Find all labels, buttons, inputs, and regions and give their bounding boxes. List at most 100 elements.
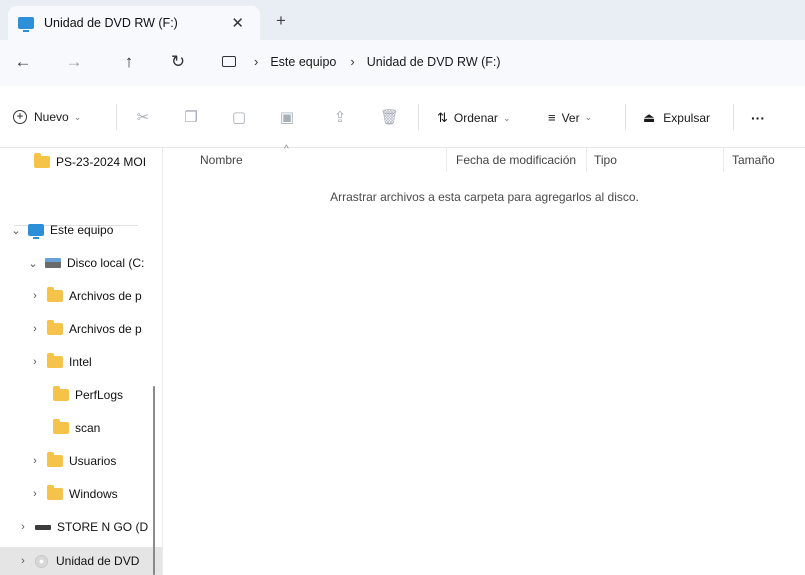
sidebar-item-folder[interactable]: › Windows (0, 480, 162, 508)
folder-icon (47, 353, 63, 368)
sidebar-item-store-drive[interactable]: › STORE N GO (D (0, 513, 162, 541)
view-button-label: Ver (561, 110, 580, 125)
new-tab-button[interactable]: + (276, 11, 286, 31)
sidebar-item-folder[interactable]: › Archivos de p (0, 282, 162, 310)
chevron-down-icon[interactable]: ⌄ (10, 224, 22, 237)
sidebar-item-label: Archivos de p (69, 289, 142, 303)
sidebar-item-quick-folder[interactable]: PS-23-2024 MOI (0, 148, 162, 176)
column-header-name[interactable]: Nombre (200, 153, 243, 167)
sidebar-item-label: Unidad de DVD (56, 554, 140, 568)
computer-icon (18, 17, 34, 32)
sidebar-item-folder[interactable]: PerfLogs (0, 381, 162, 409)
chevron-down-icon: ⌄ (502, 112, 511, 123)
sidebar-item-label: Disco local (C: (67, 256, 145, 270)
monitor-icon (222, 56, 236, 67)
empty-folder-message: Arrastrar archivos a esta carpeta para a… (330, 190, 639, 204)
sidebar-item-dvd-drive[interactable]: › Unidad de DVD (0, 547, 162, 575)
breadcrumb: › Este equipo › Unidad de DVD RW (F:) (240, 54, 501, 69)
sidebar-item-label: scan (75, 421, 101, 435)
hard-disk-icon (45, 258, 61, 268)
chevron-up-icon: ^ (284, 144, 289, 155)
close-tab-icon[interactable]: ✕ (231, 14, 244, 32)
chevron-right-icon[interactable]: › (29, 356, 41, 368)
sidebar-scrollbar[interactable] (153, 386, 155, 575)
address-bar: ← → ↑ ↻ › Este equipo › Unidad de DVD RW… (0, 40, 805, 86)
sidebar-item-label: Este equipo (50, 223, 114, 237)
tab-title: Unidad de DVD RW (F:) (44, 16, 178, 30)
chevron-right-icon: › (254, 54, 259, 69)
sidebar-item-this-pc[interactable]: ⌄ Este equipo (0, 216, 162, 244)
sidebar-item-label: Intel (69, 355, 92, 369)
refresh-button[interactable]: ↻ (167, 52, 189, 72)
share-icon[interactable]: ⇪ (331, 108, 349, 126)
up-button[interactable]: ↑ (118, 52, 140, 72)
breadcrumb-dvd-drive[interactable]: Unidad de DVD RW (F:) (367, 55, 501, 69)
plus-circle-icon: + (13, 110, 27, 124)
column-divider[interactable] (446, 148, 447, 172)
computer-icon (28, 224, 44, 239)
chevron-right-icon[interactable]: › (17, 555, 29, 567)
column-header-size[interactable]: Tamaño (732, 153, 775, 167)
divider (625, 104, 626, 130)
eject-button[interactable]: ⏏ Expulsar (643, 110, 710, 126)
folder-icon (53, 419, 69, 434)
new-button-label: Nuevo (34, 110, 69, 124)
copy-icon[interactable]: ❐ (182, 108, 200, 126)
divider (418, 104, 419, 130)
column-divider[interactable] (586, 148, 587, 172)
sidebar-item-folder[interactable]: scan (0, 414, 162, 442)
chevron-right-icon[interactable]: › (29, 488, 41, 500)
navigation-pane: PS-23-2024 MOI ⌄ Este equipo ⌄ Disco loc… (0, 148, 163, 575)
folder-icon (47, 320, 63, 335)
cut-icon[interactable]: ✂ (134, 108, 152, 126)
chevron-right-icon[interactable]: › (17, 521, 29, 533)
paste-icon[interactable]: ▢ (230, 108, 248, 126)
folder-icon (34, 153, 50, 168)
command-bar: + Nuevo ⌄ ✂ ❐ ▢ ▣ ⇪ 🗑 ⇅ Ordenar ⌄ ≡ Ver … (0, 86, 805, 148)
file-list: Nombre ^ Fecha de modificación Tipo Tama… (164, 144, 805, 575)
sidebar-item-label: Usuarios (69, 454, 117, 468)
chevron-down-icon: ⌄ (73, 111, 82, 122)
column-header-type[interactable]: Tipo (594, 153, 617, 167)
rename-icon[interactable]: ▣ (278, 108, 296, 126)
new-button[interactable]: + Nuevo ⌄ (13, 110, 81, 124)
chevron-down-icon: ⌄ (584, 112, 593, 122)
chevron-right-icon: › (350, 54, 355, 69)
sort-button[interactable]: ⇅ Ordenar ⌄ (437, 110, 510, 126)
column-divider[interactable] (723, 148, 724, 172)
sort-button-label: Ordenar (453, 111, 498, 125)
more-options-button[interactable]: ··· (751, 110, 765, 126)
folder-icon (47, 287, 63, 302)
divider (116, 104, 117, 130)
sidebar-item-label: Windows (69, 487, 118, 501)
folder-icon (47, 485, 63, 500)
forward-button[interactable]: → (63, 52, 85, 72)
chevron-down-icon[interactable]: ⌄ (27, 257, 39, 270)
eject-button-label: Expulsar (663, 111, 710, 125)
usb-drive-icon (35, 524, 51, 530)
tab-dvd-drive[interactable]: Unidad de DVD RW (F:) ✕ (8, 6, 260, 40)
chevron-right-icon[interactable]: › (29, 290, 41, 302)
folder-icon (53, 386, 69, 401)
folder-icon (47, 452, 63, 467)
sort-icon: ⇅ (437, 110, 448, 125)
eject-icon: ⏏ (643, 110, 656, 125)
sidebar-item-local-disk[interactable]: ⌄ Disco local (C: (0, 249, 162, 277)
sidebar-item-folder[interactable]: › Intel (0, 348, 162, 376)
sidebar-item-folder[interactable]: › Usuarios (0, 447, 162, 475)
chevron-right-icon[interactable]: › (29, 455, 41, 467)
view-button[interactable]: ≡ Ver ⌄ (548, 110, 592, 125)
sidebar-item-label: Archivos de p (69, 322, 142, 336)
sidebar-item-label: PerfLogs (75, 388, 124, 402)
breadcrumb-este-equipo[interactable]: Este equipo (270, 55, 336, 69)
back-button[interactable]: ← (12, 52, 34, 72)
list-view-icon: ≡ (548, 110, 556, 125)
sidebar-item-label: PS-23-2024 MOI (56, 155, 147, 169)
delete-icon[interactable]: 🗑 (380, 108, 399, 126)
chevron-right-icon[interactable]: › (29, 323, 41, 335)
column-header-modified[interactable]: Fecha de modificación (456, 153, 576, 167)
sidebar-item-folder[interactable]: › Archivos de p (0, 315, 162, 343)
divider (733, 104, 734, 130)
dvd-icon (35, 554, 48, 568)
sidebar-item-label: STORE N GO (D (57, 520, 149, 534)
